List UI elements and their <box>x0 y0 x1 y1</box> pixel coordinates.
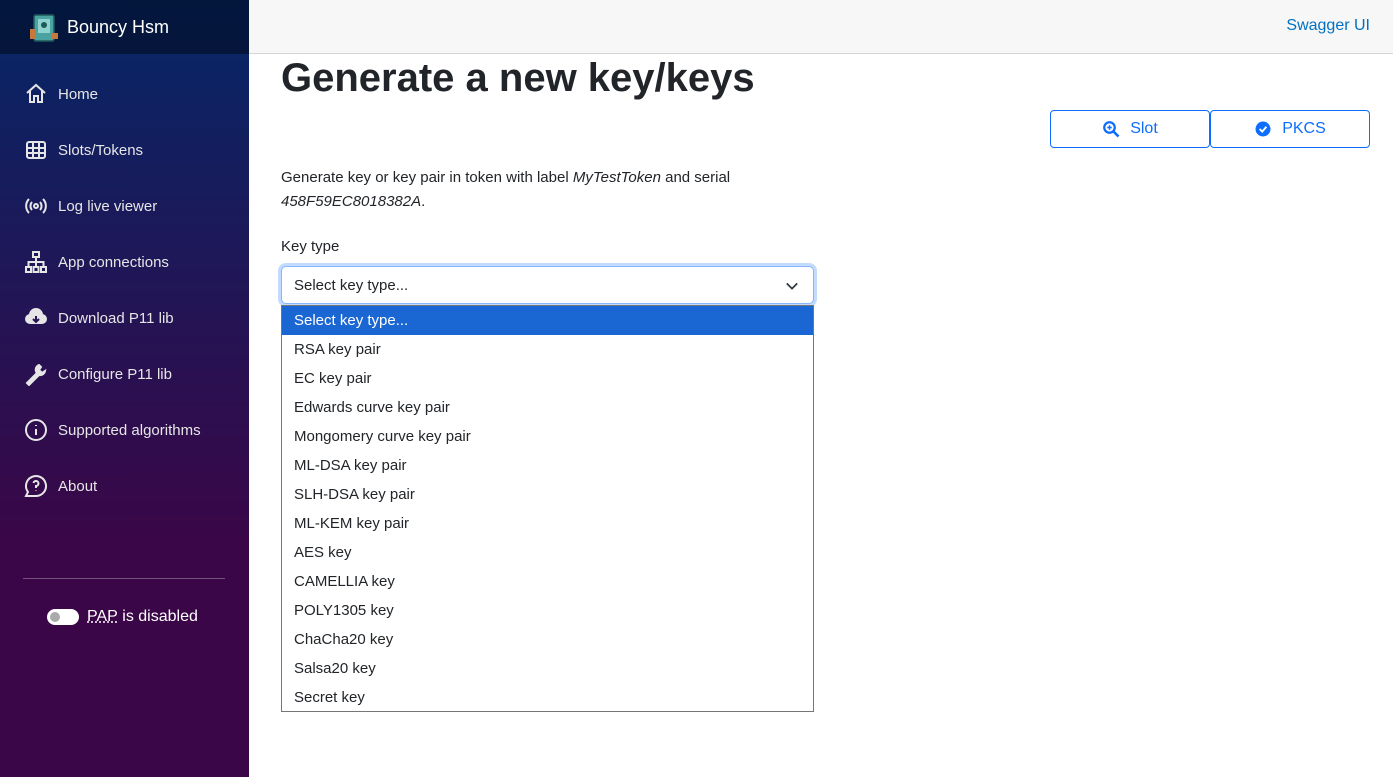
key-type-option[interactable]: Mongomery curve key pair <box>282 422 813 451</box>
sidebar: Bouncy Hsm Home Slots/Tokens Log live vi… <box>0 0 249 777</box>
nav-item-label: Download P11 lib <box>58 309 174 327</box>
key-type-select[interactable]: Select key type... <box>281 266 814 304</box>
zoom-in-icon <box>1103 121 1120 138</box>
app-logo-icon <box>30 14 58 42</box>
key-type-option[interactable]: AES key <box>282 538 813 567</box>
nav-item-label: App connections <box>58 253 169 271</box>
swagger-ui-link[interactable]: Swagger UI <box>1286 17 1370 35</box>
token-description: Generate key or key pair in token with l… <box>281 166 781 214</box>
pap-toggle[interactable]: PAP is disabled <box>47 608 198 626</box>
key-type-select-value: Select key type... <box>294 276 409 294</box>
description-middle: and serial <box>660 169 731 186</box>
page-title: Generate a new key/keys <box>281 56 755 100</box>
pap-abbr: PAP <box>87 608 118 625</box>
nav-item-label: About <box>58 477 98 495</box>
key-type-option[interactable]: POLY1305 key <box>282 596 813 625</box>
key-type-option[interactable]: ML-DSA key pair <box>282 451 813 480</box>
brand[interactable]: Bouncy Hsm <box>0 0 249 54</box>
nav-item-label: Home <box>58 85 99 103</box>
app-title: Bouncy Hsm <box>67 16 170 37</box>
wrench-icon <box>24 362 48 386</box>
key-type-option[interactable]: SLH-DSA key pair <box>282 480 813 509</box>
question-icon <box>24 474 48 498</box>
description-suffix: . <box>421 193 426 210</box>
nav-item-label: Slots/Tokens <box>58 141 144 159</box>
key-type-option[interactable]: CAMELLIA key <box>282 567 813 596</box>
nav-item-app-connections[interactable]: App connections <box>0 234 249 290</box>
key-type-option[interactable]: Secret key <box>282 683 813 712</box>
slot-button[interactable]: Slot <box>1050 110 1210 148</box>
slot-button-label: Slot <box>1130 120 1158 137</box>
nav-item-configure-p11-lib[interactable]: Configure P11 lib <box>0 346 249 402</box>
pap-status-text: is disabled <box>117 608 198 625</box>
key-type-label: Key type <box>281 238 340 255</box>
nav-item-about[interactable]: About <box>0 458 249 514</box>
description-prefix: Generate key or key pair in token with l… <box>281 169 573 186</box>
token-serial: 458F59EC8018382A <box>281 193 422 210</box>
key-type-option[interactable]: ChaCha20 key <box>282 625 813 654</box>
key-type-option[interactable]: Edwards curve key pair <box>282 393 813 422</box>
check-badge-icon <box>1255 121 1271 137</box>
home-icon <box>24 82 48 106</box>
key-type-option[interactable]: Salsa20 key <box>282 654 813 683</box>
token-label: MyTestToken <box>572 169 661 186</box>
key-type-option[interactable]: Select key type... <box>282 306 813 335</box>
key-type-options-list: Select key type... RSA key pair EC key pai… <box>281 305 814 712</box>
key-type-option[interactable]: RSA key pair <box>282 335 813 364</box>
nav-item-label: Supported algorithms <box>58 421 201 439</box>
broadcast-icon <box>24 194 48 218</box>
nav-item-download-p11-lib[interactable]: Download P11 lib <box>0 290 249 346</box>
chip-icon <box>24 138 48 162</box>
pkcs-button-label: PKCS <box>1282 120 1326 137</box>
nav-item-log-live-viewer[interactable]: Log live viewer <box>0 178 249 234</box>
nav-item-label: Log live viewer <box>58 197 158 215</box>
cloud-download-icon <box>24 306 48 330</box>
network-icon <box>24 250 48 274</box>
top-bar: Swagger UI <box>249 0 1393 54</box>
key-type-option[interactable]: EC key pair <box>282 364 813 393</box>
info-icon <box>24 418 48 442</box>
pap-switch[interactable] <box>47 609 79 625</box>
nav-item-supported-algorithms[interactable]: Supported algorithms <box>0 402 249 458</box>
sidebar-divider <box>23 578 225 579</box>
nav-item-slots-tokens[interactable]: Slots/Tokens <box>0 122 249 178</box>
chevron-down-icon <box>786 282 798 290</box>
pkcs-button[interactable]: PKCS <box>1210 110 1370 148</box>
nav-menu: Home Slots/Tokens Log live viewer App co… <box>0 66 249 514</box>
nav-item-home[interactable]: Home <box>0 66 249 122</box>
key-type-option[interactable]: ML-KEM key pair <box>282 509 813 538</box>
nav-item-label: Configure P11 lib <box>58 365 172 383</box>
